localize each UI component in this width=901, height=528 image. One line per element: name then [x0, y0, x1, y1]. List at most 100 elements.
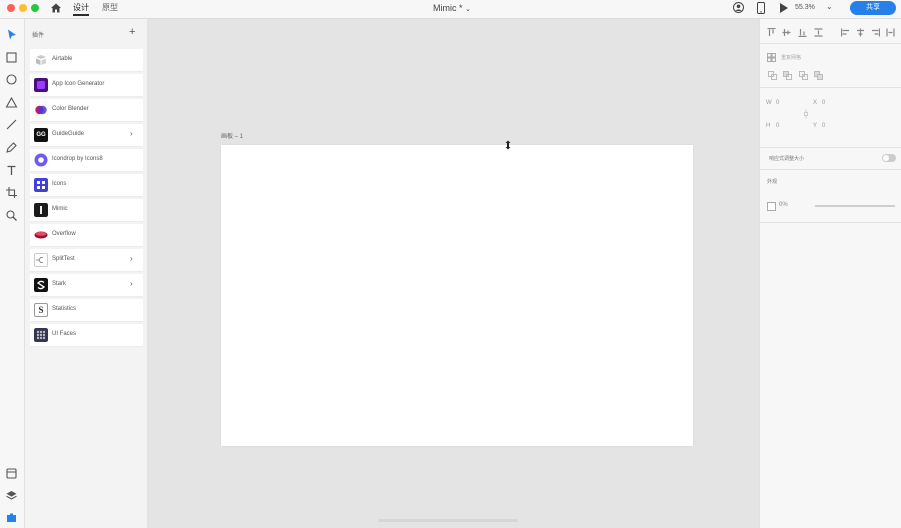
home-icon[interactable] [50, 2, 62, 14]
document-title-text: Mimic * [433, 3, 463, 13]
zoom-tool-icon[interactable] [5, 209, 18, 222]
statistics-icon: S [34, 303, 48, 317]
minimize-window-button[interactable] [19, 4, 27, 12]
responsive-resize-label: 响应式调整大小 [769, 156, 805, 162]
link-icon[interactable] [803, 109, 809, 119]
x-field[interactable]: 0 [822, 100, 825, 106]
width-field[interactable]: 0 [776, 100, 779, 106]
plugin-item-app-icon-generator[interactable]: App Icon Generator [30, 74, 143, 97]
plugins-panel-icon[interactable] [5, 511, 18, 524]
plugin-label: SplitTest [52, 256, 75, 262]
distribute-horizontal-icon[interactable] [886, 28, 895, 37]
chevron-right-icon[interactable]: › [130, 279, 133, 288]
panel-title: 插件 [32, 33, 45, 39]
plugin-label: Icondrop by Icons8 [52, 156, 103, 162]
repeat-grid-icon [767, 53, 776, 62]
plugin-item-color-blender[interactable]: Color Blender [30, 99, 143, 122]
tab-design[interactable]: 设计 [73, 2, 89, 16]
zoom-level[interactable]: 55.3% [795, 4, 815, 11]
opacity-slider[interactable] [815, 205, 895, 207]
close-window-button[interactable] [7, 4, 15, 12]
align-center-icon[interactable] [856, 28, 865, 37]
plugin-item-mimic[interactable]: Mimic [30, 199, 143, 222]
canvas[interactable]: 画板 – 1 [148, 19, 758, 528]
share-button[interactable]: 共享 [850, 1, 896, 15]
boolean-intersect-icon[interactable] [799, 71, 808, 80]
title-bar: 设计 原型 Mimic * ⌄ 55.3% ⌄ 共享 [0, 0, 901, 19]
icons-plugin-icon [34, 178, 48, 192]
boolean-subtract-icon[interactable] [783, 71, 792, 80]
repeat-grid-button[interactable]: 重复网格 [767, 52, 815, 63]
divider [760, 147, 901, 148]
y-label: Y [813, 123, 818, 129]
divider [760, 43, 901, 44]
select-tool-icon[interactable] [5, 28, 18, 41]
plugin-label: GuideGuide [52, 131, 85, 137]
stark-icon [34, 278, 48, 292]
text-tool-icon[interactable] [5, 164, 18, 177]
splittest-icon [34, 253, 48, 267]
add-plugin-icon[interactable]: + [129, 27, 135, 38]
plugin-item-splittest[interactable]: SplitTest › [30, 249, 143, 272]
canvas-horizontal-scrollbar[interactable] [378, 519, 518, 522]
plugins-panel: 插件 + Airtable App Icon Generator Color B… [25, 19, 148, 528]
artboard[interactable] [221, 145, 693, 446]
chevron-down-icon[interactable]: ⌄ [826, 2, 833, 11]
plugin-item-ui-faces[interactable]: UI Faces [30, 324, 143, 347]
distribute-vertical-icon[interactable] [814, 28, 823, 37]
plugin-item-iconsoout[interactable]: Icondrop by Icons8 [30, 149, 143, 172]
chevron-down-icon: ⌄ [465, 6, 471, 13]
device-preview-icon[interactable] [757, 2, 765, 14]
y-field[interactable]: 0 [822, 123, 825, 129]
mimic-icon [34, 203, 48, 217]
plugin-item-overflow[interactable]: Overflow [30, 224, 143, 247]
plugin-label: Overflow [52, 231, 76, 237]
iconsoout-icon [34, 153, 48, 167]
airtable-icon [36, 55, 46, 65]
rectangle-tool-icon[interactable] [5, 51, 18, 64]
height-field[interactable]: 0 [776, 123, 779, 129]
align-right-icon[interactable] [871, 28, 880, 37]
resize-cursor-icon[interactable] [503, 140, 513, 150]
artboard-label[interactable]: 画板 – 1 [221, 131, 243, 140]
plugin-label: Icons [52, 181, 67, 187]
assets-panel-icon[interactable] [5, 467, 18, 480]
plugin-item-stark[interactable]: Stark › [30, 274, 143, 297]
artboard-tool-icon[interactable] [5, 186, 18, 199]
height-label: H [766, 123, 771, 129]
chevron-right-icon[interactable]: › [130, 254, 133, 263]
polygon-tool-icon[interactable] [5, 96, 18, 109]
align-top-icon[interactable] [767, 28, 776, 37]
responsive-resize-toggle[interactable] [882, 154, 896, 162]
opacity-value[interactable]: 0% [779, 202, 788, 208]
boolean-add-icon[interactable] [768, 71, 777, 80]
pen-tool-icon[interactable] [5, 141, 18, 154]
divider [760, 222, 901, 223]
guideguide-icon: GG [34, 128, 48, 142]
plugin-item-guideguide[interactable]: GG GuideGuide › [30, 124, 143, 147]
plugin-item-airtable[interactable]: Airtable [30, 49, 143, 72]
align-middle-icon[interactable] [782, 28, 791, 37]
repeat-grid-label: 重复网格 [781, 55, 802, 61]
layers-panel-icon[interactable] [5, 489, 18, 502]
tool-strip [0, 19, 25, 528]
boolean-exclude-icon[interactable] [814, 71, 823, 80]
ellipse-tool-icon[interactable] [5, 73, 18, 86]
plugin-label: Statistics [52, 306, 77, 312]
tab-prototype[interactable]: 原型 [102, 2, 118, 13]
chevron-right-icon[interactable]: › [130, 129, 133, 138]
play-icon[interactable] [779, 2, 789, 14]
overflow-icon [34, 231, 48, 239]
align-bottom-icon[interactable] [798, 28, 807, 37]
plugin-item-icons[interactable]: Icons [30, 174, 143, 197]
maximize-window-button[interactable] [31, 4, 39, 12]
plugin-label: App Icon Generator [52, 81, 105, 87]
plugin-item-statistics[interactable]: S Statistics [30, 299, 143, 322]
plugin-label: Stark [52, 281, 67, 287]
align-left-icon[interactable] [841, 28, 850, 37]
document-title[interactable]: Mimic * ⌄ [433, 3, 471, 13]
divider [760, 169, 901, 170]
line-tool-icon[interactable] [5, 118, 18, 131]
opacity-checkbox[interactable] [767, 202, 776, 211]
user-account-icon[interactable] [733, 2, 744, 13]
